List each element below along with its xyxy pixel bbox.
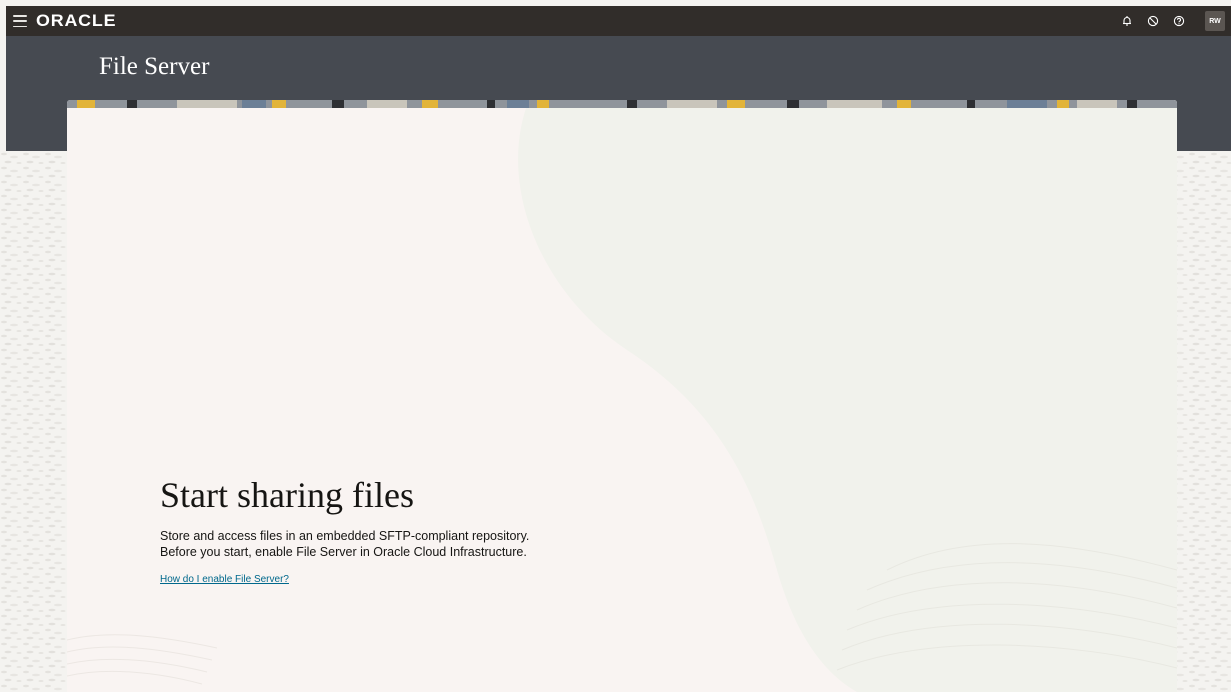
menu-icon[interactable] bbox=[13, 15, 27, 27]
user-avatar[interactable]: RW bbox=[1205, 11, 1225, 31]
empty-state-card: Start sharing files Store and access fil… bbox=[67, 100, 1177, 692]
topbar-actions: RW bbox=[1113, 9, 1225, 33]
decorative-background-shape bbox=[67, 100, 1177, 692]
empty-state-description: Store and access files in an embedded SF… bbox=[160, 528, 529, 560]
bell-icon[interactable] bbox=[1115, 9, 1139, 33]
top-navigation-bar: ORACLE RW bbox=[6, 6, 1231, 36]
help-icon[interactable] bbox=[1167, 9, 1191, 33]
status-icon[interactable] bbox=[1141, 9, 1165, 33]
page-title: File Server bbox=[99, 53, 210, 80]
description-line-2: Before you start, enable File Server in … bbox=[160, 545, 527, 559]
decorative-pattern-strip bbox=[67, 100, 1177, 108]
empty-state-content: Start sharing files Store and access fil… bbox=[160, 474, 529, 587]
description-line-1: Store and access files in an embedded SF… bbox=[160, 529, 530, 543]
enable-file-server-help-link[interactable]: How do I enable File Server? bbox=[160, 574, 289, 585]
empty-state-title: Start sharing files bbox=[160, 475, 414, 515]
oracle-logo[interactable]: ORACLE bbox=[36, 11, 116, 31]
